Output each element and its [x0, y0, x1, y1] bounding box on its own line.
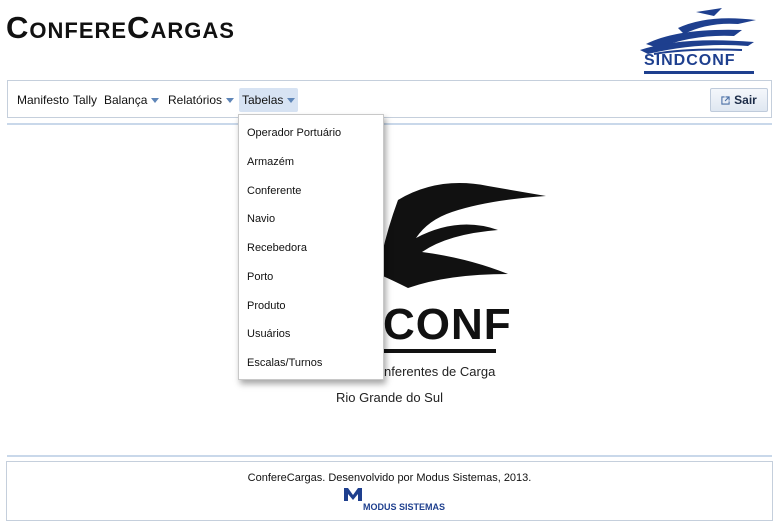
nav-label: Relatórios [168, 93, 223, 107]
app-title: ConfereCargas [6, 10, 235, 45]
menu-item-recebedora[interactable]: Recebedora [247, 242, 307, 254]
nav-label: Manifesto [17, 93, 70, 107]
caret-down-icon [226, 98, 235, 104]
nav-item-tally[interactable]: Tally [70, 88, 100, 112]
menu-item-produto[interactable]: Produto [247, 300, 286, 312]
footer-text: ConfereCargas. Desenvolvido por Modus Si… [247, 472, 532, 484]
logout-label: Sair [734, 93, 757, 107]
nav-item-tabelas[interactable]: Tabelas [239, 88, 299, 112]
menu-item-conferente[interactable]: Conferente [247, 185, 301, 197]
menu-item-porto[interactable]: Porto [247, 271, 273, 283]
nav-item-balanca[interactable]: Balança [101, 88, 162, 112]
tabelas-dropdown-menu: Operador Portuário Armazém Conferente Na… [238, 114, 384, 380]
menu-item-usuarios[interactable]: Usuários [247, 328, 290, 340]
nav-item-manifesto[interactable]: Manifesto [14, 88, 72, 112]
logo-underline [644, 71, 754, 74]
nav-item-relatorios[interactable]: Relatórios [165, 88, 237, 112]
menu-item-operador-portuario[interactable]: Operador Portuário [247, 127, 341, 139]
modus-logo-text: MODUS SISTEMAS [363, 502, 446, 512]
footer: ConfereCargas. Desenvolvido por Modus Si… [6, 461, 773, 521]
footer-divider [7, 455, 772, 457]
nav-label: Tabelas [242, 93, 284, 107]
center-logo-bar [370, 349, 496, 353]
center-logo-text: CONF [383, 300, 512, 349]
nav-label: Tally [73, 93, 98, 107]
menu-item-escalas-turnos[interactable]: Escalas/Turnos [247, 357, 322, 369]
external-link-icon [721, 96, 730, 105]
caret-down-icon [287, 98, 296, 104]
subtitle-line2: Rio Grande do Sul [336, 390, 443, 405]
main-navbar: Manifesto Tally Balança Relatórios Tabel… [7, 80, 772, 118]
menu-item-navio[interactable]: Navio [247, 213, 275, 225]
menu-item-armazem[interactable]: Armazém [247, 156, 294, 168]
header-divider [7, 123, 772, 125]
nav-label: Balança [104, 93, 148, 107]
subtitle-line1: nferentes de Carga [384, 364, 496, 379]
caret-down-icon [151, 98, 160, 104]
logout-button[interactable]: Sair [710, 88, 768, 112]
modus-logo-icon [344, 488, 362, 501]
sindconf-logo-text: SINDCONF [644, 52, 736, 69]
